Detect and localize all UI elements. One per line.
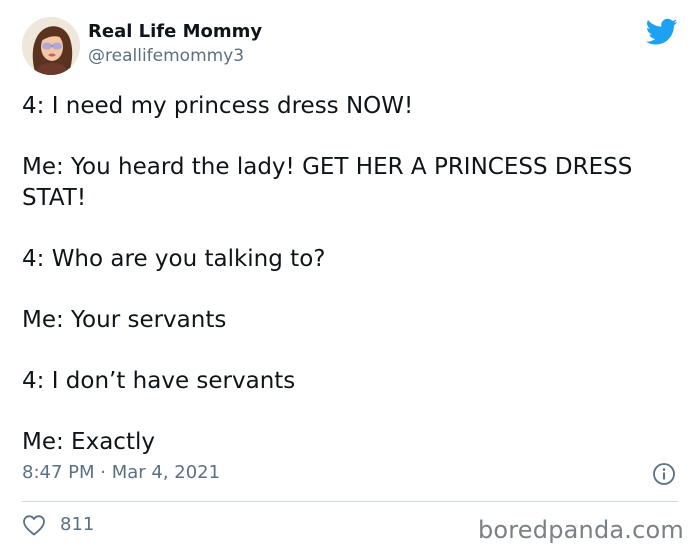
tweet-line: 4: Who are you talking to? — [22, 246, 326, 272]
twitter-bird-icon[interactable] — [645, 18, 678, 46]
tweet-line: Me: Exactly — [22, 429, 155, 455]
tweet-line: 4: I don’t have servants — [22, 368, 296, 394]
watermark: boredpanda.com — [477, 516, 684, 544]
tweet-card: Real Life Mommy @reallifemommy3 4: I nee… — [0, 0, 700, 555]
avatar-image — [22, 17, 80, 75]
tweet-timestamp[interactable]: 8:47 PM · Mar 4, 2021 — [22, 462, 220, 484]
like-count: 811 — [60, 514, 95, 535]
info-icon[interactable] — [652, 462, 676, 486]
author-name[interactable]: Real Life Mommy — [88, 21, 262, 43]
author-handle[interactable]: @reallifemommy3 — [88, 45, 262, 67]
heart-outline-icon[interactable] — [22, 514, 46, 536]
tweet-line: 4: I need my princess dress NOW! — [22, 93, 414, 119]
avatar[interactable] — [22, 17, 80, 75]
author-block[interactable]: Real Life Mommy @reallifemommy3 — [88, 21, 262, 67]
tweet-line: Me: You heard the lady! GET HER A PRINCE… — [22, 154, 640, 211]
tweet-text: 4: I need my princess dress NOW! Me: You… — [22, 91, 682, 488]
like-action[interactable]: 811 — [22, 514, 94, 536]
divider — [22, 501, 678, 502]
tweet-line: Me: Your servants — [22, 307, 227, 333]
